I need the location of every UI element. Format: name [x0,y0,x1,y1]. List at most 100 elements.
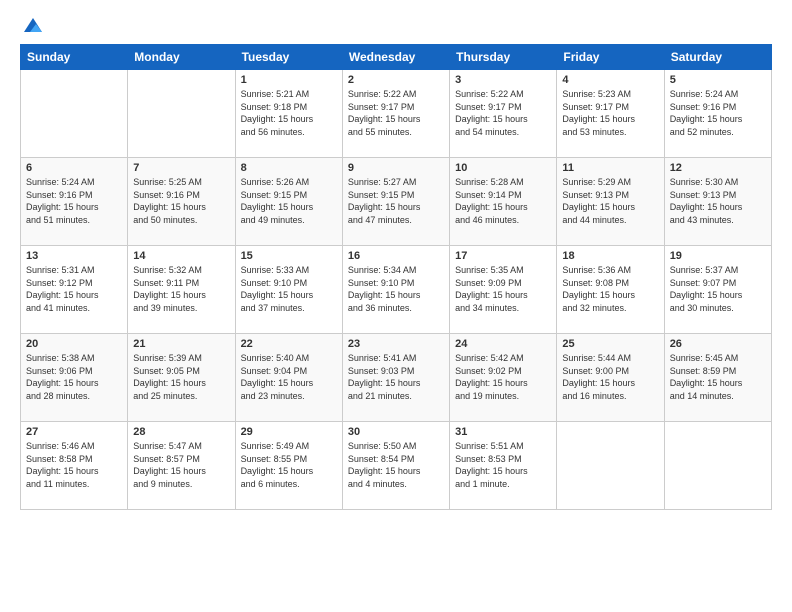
day-number: 15 [241,250,337,262]
day-number: 27 [26,426,122,438]
calendar-cell: 16Sunrise: 5:34 AM Sunset: 9:10 PM Dayli… [342,246,449,334]
calendar-cell: 2 Sunrise: 5:22 AM Sunset: 9:17 PM Daylig… [342,70,449,158]
day-info: Sunrise: 5:29 AM Sunset: 9:13 PM Dayligh… [562,176,658,226]
day-number: 20 [26,338,122,350]
calendar-cell: 12Sunrise: 5:30 AM Sunset: 9:13 PM Dayli… [664,158,771,246]
day-info: Sunrise: 5:47 AM Sunset: 8:57 PM Dayligh… [133,440,229,490]
col-header-saturday: Saturday [664,45,771,70]
calendar-cell: 28 Sunrise: 5:47 AM Sunset: 8:57 PM Dayli… [128,422,235,510]
calendar-cell: 1 Sunrise: 5:21 AM Sunset: 9:18 PM Daylig… [235,70,342,158]
calendar-cell [128,70,235,158]
day-info: Sunrise: 5:37 AM Sunset: 9:07 PM Dayligh… [670,264,766,314]
day-number: 5 [670,74,766,86]
day-number: 2 [348,74,444,86]
calendar-cell: 13 Sunrise: 5:31 AM Sunset: 9:12 PM Dayli… [21,246,128,334]
day-number: 17 [455,250,551,262]
calendar-cell: 17 Sunrise: 5:35 AM Sunset: 9:09 PM Dayli… [450,246,557,334]
calendar-cell: 24 Sunrise: 5:42 AM Sunset: 9:02 PM Dayli… [450,334,557,422]
calendar-cell [664,422,771,510]
day-info: Sunrise: 5:31 AM Sunset: 9:12 PM Dayligh… [26,264,122,314]
day-info: Sunrise: 5:33 AM Sunset: 9:10 PM Dayligh… [241,264,337,314]
day-number: 11 [562,162,658,174]
day-info: Sunrise: 5:22 AM Sunset: 9:17 PM Dayligh… [455,88,551,138]
day-info: Sunrise: 5:24 AM Sunset: 9:16 PM Dayligh… [26,176,122,226]
day-number: 8 [241,162,337,174]
col-header-monday: Monday [128,45,235,70]
day-info: Sunrise: 5:26 AM Sunset: 9:15 PM Dayligh… [241,176,337,226]
day-info: Sunrise: 5:45 AM Sunset: 8:59 PM Dayligh… [670,352,766,402]
calendar-week-row: 20 Sunrise: 5:38 AM Sunset: 9:06 PM Dayli… [21,334,772,422]
calendar-cell: 18Sunrise: 5:36 AM Sunset: 9:08 PM Dayli… [557,246,664,334]
calendar-cell: 4Sunrise: 5:23 AM Sunset: 9:17 PM Daylig… [557,70,664,158]
day-info: Sunrise: 5:50 AM Sunset: 8:54 PM Dayligh… [348,440,444,490]
day-number: 18 [562,250,658,262]
calendar-cell: 19 Sunrise: 5:37 AM Sunset: 9:07 PM Dayli… [664,246,771,334]
calendar-cell: 20 Sunrise: 5:38 AM Sunset: 9:06 PM Dayli… [21,334,128,422]
day-number: 31 [455,426,551,438]
day-info: Sunrise: 5:35 AM Sunset: 9:09 PM Dayligh… [455,264,551,314]
day-number: 26 [670,338,766,350]
calendar-cell: 23 Sunrise: 5:41 AM Sunset: 9:03 PM Dayli… [342,334,449,422]
col-header-friday: Friday [557,45,664,70]
day-info: Sunrise: 5:51 AM Sunset: 8:53 PM Dayligh… [455,440,551,490]
day-number: 7 [133,162,229,174]
calendar-header-row: SundayMondayTuesdayWednesdayThursdayFrid… [21,45,772,70]
calendar-cell: 7 Sunrise: 5:25 AM Sunset: 9:16 PM Daylig… [128,158,235,246]
calendar-cell: 29 Sunrise: 5:49 AM Sunset: 8:55 PM Dayli… [235,422,342,510]
page: SundayMondayTuesdayWednesdayThursdayFrid… [0,0,792,612]
day-info: Sunrise: 5:25 AM Sunset: 9:16 PM Dayligh… [133,176,229,226]
calendar-table: SundayMondayTuesdayWednesdayThursdayFrid… [20,44,772,510]
day-number: 24 [455,338,551,350]
day-number: 10 [455,162,551,174]
day-number: 25 [562,338,658,350]
day-number: 1 [241,74,337,86]
day-number: 21 [133,338,229,350]
calendar-cell: 14Sunrise: 5:32 AM Sunset: 9:11 PM Dayli… [128,246,235,334]
col-header-thursday: Thursday [450,45,557,70]
day-number: 13 [26,250,122,262]
col-header-tuesday: Tuesday [235,45,342,70]
calendar-cell: 15 Sunrise: 5:33 AM Sunset: 9:10 PM Dayli… [235,246,342,334]
calendar-cell: 22 Sunrise: 5:40 AM Sunset: 9:04 PM Dayli… [235,334,342,422]
col-header-sunday: Sunday [21,45,128,70]
day-number: 28 [133,426,229,438]
day-info: Sunrise: 5:34 AM Sunset: 9:10 PM Dayligh… [348,264,444,314]
calendar-week-row: 1 Sunrise: 5:21 AM Sunset: 9:18 PM Daylig… [21,70,772,158]
day-number: 29 [241,426,337,438]
day-number: 19 [670,250,766,262]
calendar-week-row: 6 Sunrise: 5:24 AM Sunset: 9:16 PM Daylig… [21,158,772,246]
calendar-cell: 10 Sunrise: 5:28 AM Sunset: 9:14 PM Dayli… [450,158,557,246]
day-number: 22 [241,338,337,350]
day-info: Sunrise: 5:49 AM Sunset: 8:55 PM Dayligh… [241,440,337,490]
calendar-cell: 21Sunrise: 5:39 AM Sunset: 9:05 PM Dayli… [128,334,235,422]
day-info: Sunrise: 5:44 AM Sunset: 9:00 PM Dayligh… [562,352,658,402]
calendar-cell: 8 Sunrise: 5:26 AM Sunset: 9:15 PM Daylig… [235,158,342,246]
day-info: Sunrise: 5:41 AM Sunset: 9:03 PM Dayligh… [348,352,444,402]
day-info: Sunrise: 5:40 AM Sunset: 9:04 PM Dayligh… [241,352,337,402]
day-number: 9 [348,162,444,174]
calendar-cell: 26 Sunrise: 5:45 AM Sunset: 8:59 PM Dayli… [664,334,771,422]
header [20,18,772,34]
logo [20,18,44,34]
day-number: 23 [348,338,444,350]
calendar-cell: 5Sunrise: 5:24 AM Sunset: 9:16 PM Daylig… [664,70,771,158]
calendar-cell [21,70,128,158]
day-info: Sunrise: 5:27 AM Sunset: 9:15 PM Dayligh… [348,176,444,226]
logo-icon [22,16,44,34]
calendar-cell: 30Sunrise: 5:50 AM Sunset: 8:54 PM Dayli… [342,422,449,510]
day-info: Sunrise: 5:28 AM Sunset: 9:14 PM Dayligh… [455,176,551,226]
col-header-wednesday: Wednesday [342,45,449,70]
day-number: 3 [455,74,551,86]
day-info: Sunrise: 5:22 AM Sunset: 9:17 PM Dayligh… [348,88,444,138]
calendar-cell: 6 Sunrise: 5:24 AM Sunset: 9:16 PM Daylig… [21,158,128,246]
day-info: Sunrise: 5:38 AM Sunset: 9:06 PM Dayligh… [26,352,122,402]
day-info: Sunrise: 5:21 AM Sunset: 9:18 PM Dayligh… [241,88,337,138]
day-number: 6 [26,162,122,174]
calendar-week-row: 27Sunrise: 5:46 AM Sunset: 8:58 PM Dayli… [21,422,772,510]
calendar-cell [557,422,664,510]
calendar-cell: 11 Sunrise: 5:29 AM Sunset: 9:13 PM Dayli… [557,158,664,246]
day-info: Sunrise: 5:42 AM Sunset: 9:02 PM Dayligh… [455,352,551,402]
calendar-cell: 25 Sunrise: 5:44 AM Sunset: 9:00 PM Dayli… [557,334,664,422]
day-info: Sunrise: 5:32 AM Sunset: 9:11 PM Dayligh… [133,264,229,314]
calendar-cell: 9 Sunrise: 5:27 AM Sunset: 9:15 PM Daylig… [342,158,449,246]
